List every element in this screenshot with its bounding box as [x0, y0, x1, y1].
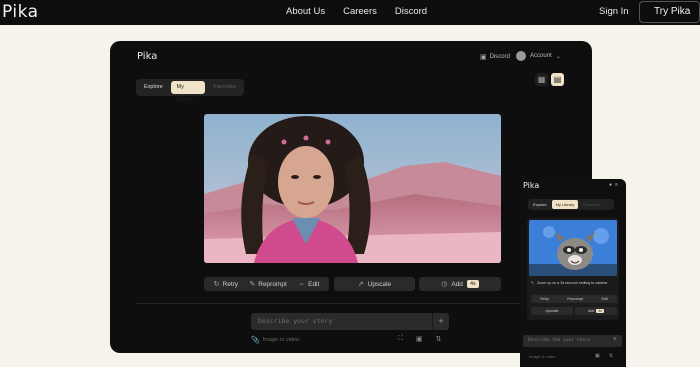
- mobile-tab-favorites[interactable]: Favorites: [579, 200, 603, 209]
- prompt-placeholder: Describe your story: [258, 317, 333, 325]
- retry-button[interactable]: ↻ Retry: [213, 280, 239, 289]
- mobile-preview: Pika ● ≡ Explore My Library Favorites ✎ …: [520, 179, 626, 367]
- mobile-video-card: ✎ Zoom up on a 3d raccoon smiling to cam…: [527, 218, 619, 320]
- discord-label: Discord: [489, 54, 510, 60]
- tab-my-library[interactable]: My Library: [170, 81, 206, 103]
- image-or-video-label: Image or video: [262, 337, 300, 343]
- mobile-caption-text: Zoom up on a 3d raccoon smiling to camer…: [537, 281, 608, 285]
- mobile-header-icons: ● ≡: [609, 182, 618, 188]
- image-or-video-upload[interactable]: 📎 Image or video: [251, 336, 299, 344]
- sign-in-link[interactable]: Sign In: [599, 6, 629, 17]
- divider: [136, 303, 566, 304]
- mobile-tab-explore[interactable]: Explore: [529, 200, 551, 209]
- mobile-add-label: Add: [587, 309, 595, 313]
- reprompt-icon: ✎: [249, 281, 256, 288]
- mobile-video-caption: ✎ Zoom up on a 3d raccoon smiling to cam…: [531, 281, 615, 286]
- prompt-input[interactable]: Describe your story +: [251, 313, 449, 330]
- mobile-settings-icon[interactable]: ⇅: [609, 353, 613, 359]
- retry-label: Retry: [222, 280, 239, 288]
- info-icon[interactable]: ●: [609, 182, 612, 188]
- mobile-edit-actions: Retry Reprompt Edit: [531, 295, 617, 303]
- edit-button[interactable]: ⇔ Edit: [298, 281, 319, 288]
- mobile-prompt-placeholder: Describe the your story: [528, 338, 591, 343]
- top-nav: Pika About Us Careers Discord Sign In Tr…: [0, 0, 700, 25]
- account-label: Account: [530, 53, 552, 59]
- tab-favorites[interactable]: Favorites: [207, 81, 242, 94]
- upscale-icon: ↗: [357, 281, 364, 288]
- mobile-edit-button[interactable]: Edit: [602, 297, 608, 301]
- mobile-tab-my-library[interactable]: My Library: [551, 200, 579, 209]
- aspect-ratio-icon[interactable]: ⛶: [398, 335, 403, 343]
- nav-discord[interactable]: Discord: [395, 6, 427, 17]
- discord-link[interactable]: ▣ Discord: [480, 53, 510, 61]
- mobile-reprompt-button[interactable]: Reprompt: [567, 297, 583, 301]
- mobile-camera-icon[interactable]: ▣: [595, 353, 600, 359]
- edit-label: Edit: [308, 280, 320, 288]
- avatar: [516, 51, 526, 61]
- nav-about-us[interactable]: About Us: [286, 6, 325, 17]
- settings-sliders-icon[interactable]: ⇅: [436, 335, 442, 343]
- raccoon-illustration: [529, 220, 617, 276]
- tab-explore[interactable]: Explore: [138, 81, 169, 94]
- list-view-icon[interactable]: ▤: [551, 73, 564, 86]
- add-label: Add: [451, 280, 463, 288]
- view-toggles: ▦ ▤: [535, 73, 564, 86]
- nav-links: About Us Careers Discord: [286, 6, 427, 17]
- reprompt-button[interactable]: ✎ Reprompt: [249, 280, 287, 289]
- library-tabs: Explore My Library Favorites: [136, 79, 244, 103]
- mobile-retry-button[interactable]: Retry: [540, 297, 549, 301]
- paperclip-icon: 📎: [251, 337, 260, 344]
- video-preview[interactable]: [204, 114, 501, 263]
- edit-icon: ⇔: [298, 280, 306, 288]
- add-duration-badge: 4s: [466, 280, 479, 288]
- grid-view-icon[interactable]: ▦: [535, 73, 548, 86]
- mobile-tabs: Explore My Library Favorites: [528, 199, 614, 210]
- clock-icon: ◷: [441, 281, 448, 288]
- mobile-upscale-button[interactable]: Upscale: [531, 307, 573, 315]
- app-logo[interactable]: Pika: [137, 51, 157, 62]
- edit-actions: ↻ Retry ✎ Reprompt ⇔ Edit: [204, 277, 329, 291]
- chevron-down-icon: ⌄: [555, 53, 561, 60]
- mobile-logo[interactable]: Pika: [523, 181, 539, 190]
- reprompt-label: Reprompt: [258, 280, 287, 288]
- camera-icon[interactable]: ▣: [416, 335, 423, 343]
- raccoon-video-thumbnail[interactable]: [529, 220, 617, 276]
- upscale-button[interactable]: ↗ Upscale: [334, 277, 415, 291]
- site-logo[interactable]: Pika: [2, 2, 39, 22]
- mobile-add-badge: 4s: [596, 309, 605, 313]
- mobile-prompt-input[interactable]: Describe the your story +: [523, 335, 622, 347]
- nav-careers[interactable]: Careers: [343, 6, 377, 17]
- try-pika-button[interactable]: Try Pika: [639, 1, 700, 23]
- plus-icon[interactable]: +: [432, 313, 449, 330]
- video-frame-illustration: [204, 114, 501, 263]
- menu-icon[interactable]: ≡: [615, 182, 618, 188]
- prompt-tools: ⛶ ▣ ⇅: [398, 335, 441, 343]
- mobile-image-or-video[interactable]: Image or video: [529, 354, 555, 359]
- upscale-label: Upscale: [367, 280, 392, 288]
- mobile-prompt-tools: ▣ ⇅: [595, 353, 613, 359]
- prompt-icon: ✎: [531, 281, 535, 285]
- mobile-add-button[interactable]: Add 4s: [575, 307, 617, 315]
- add-time-button[interactable]: ◷ Add 4s: [419, 277, 501, 291]
- account-menu[interactable]: Account ⌄: [516, 51, 561, 61]
- mobile-upscale-label: Upscale: [545, 309, 559, 313]
- discord-icon: ▣: [480, 54, 487, 61]
- retry-icon: ↻: [213, 281, 220, 288]
- mobile-plus-icon[interactable]: +: [613, 336, 617, 343]
